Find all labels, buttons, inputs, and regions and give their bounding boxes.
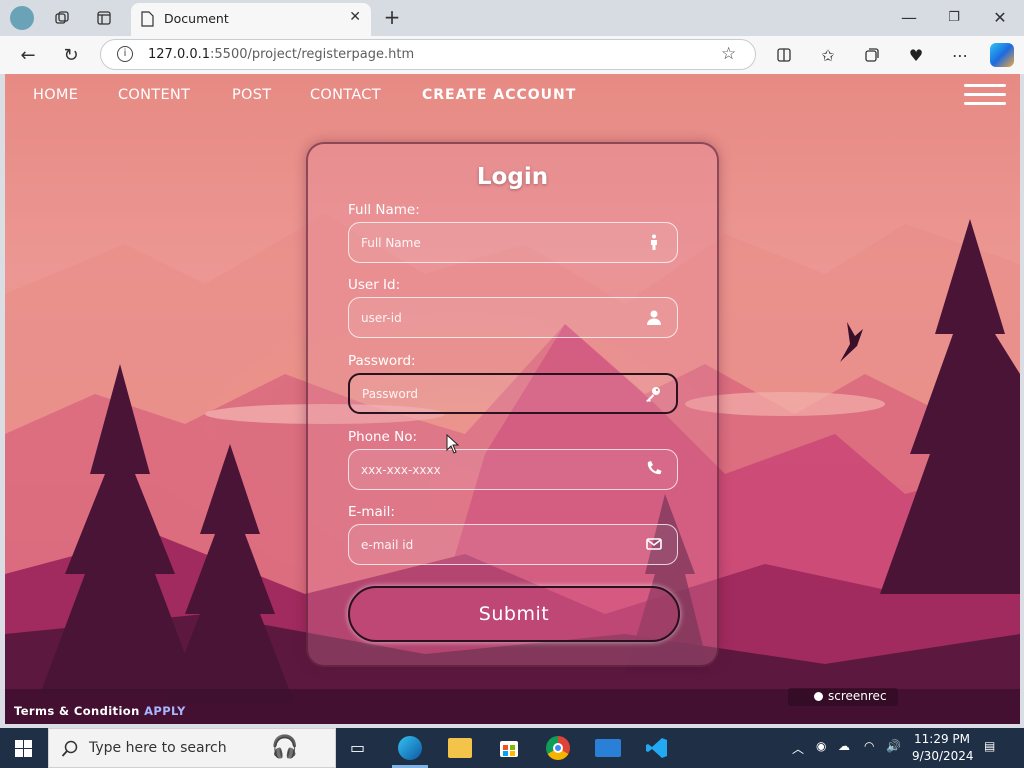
windows-start-icon[interactable]: [15, 740, 32, 757]
recorder-label: screenrec: [828, 689, 887, 703]
phone-icon: [647, 461, 662, 475]
url-bar[interactable]: i 127.0.0.1:5500/project/registerpage.ht…: [100, 39, 756, 70]
url-text[interactable]: 127.0.0.1:5500/project/registerpage.htm: [148, 47, 414, 62]
refresh-icon[interactable]: ↻: [57, 41, 85, 69]
password-label: Password:: [348, 353, 416, 369]
document-icon: [141, 11, 154, 27]
collections-icon[interactable]: [858, 41, 886, 69]
hamburger-menu-icon[interactable]: [964, 84, 1006, 106]
close-tab-icon[interactable]: ✕: [349, 9, 361, 25]
full-name-field: [348, 222, 678, 263]
minimize-icon[interactable]: —: [895, 3, 923, 31]
browser-essentials-icon[interactable]: ♥: [902, 41, 930, 69]
taskbar-search-box[interactable]: Type here to search 🎧: [48, 728, 336, 768]
nav-post[interactable]: POST: [232, 87, 271, 103]
browser-tab-bar: Document ✕ + — ❐ ✕: [0, 0, 1024, 36]
terms-label: Terms & Condition: [14, 704, 140, 718]
search-highlight-icon: 🎧: [271, 735, 299, 760]
person-standing-icon: [651, 234, 657, 250]
new-tab-icon[interactable]: +: [378, 3, 406, 31]
onedrive-icon[interactable]: ☁: [838, 739, 850, 753]
nav-home[interactable]: HOME: [33, 87, 78, 103]
clock-time[interactable]: 11:29 PM: [914, 732, 970, 746]
active-tab[interactable]: Document ✕: [131, 3, 371, 36]
close-window-icon[interactable]: ✕: [986, 3, 1014, 31]
more-options-icon[interactable]: ⋯: [946, 41, 974, 69]
nav-content[interactable]: CONTENT: [118, 87, 190, 103]
apply-link[interactable]: APPLY: [144, 704, 186, 718]
nav-contact[interactable]: CONTACT: [310, 87, 381, 103]
info-icon[interactable]: i: [117, 46, 133, 62]
restore-icon[interactable]: ❐: [940, 3, 968, 31]
email-input[interactable]: [359, 525, 639, 564]
edge-browser-icon[interactable]: [398, 736, 422, 760]
address-toolbar: ← ↻ i 127.0.0.1:5500/project/registerpag…: [0, 36, 1024, 74]
phone-input[interactable]: [359, 450, 639, 489]
phone-field: [348, 449, 678, 490]
notifications-icon[interactable]: ▤: [984, 739, 995, 753]
chrome-icon[interactable]: [546, 736, 570, 760]
full-name-input[interactable]: [359, 223, 639, 262]
email-field: [348, 524, 678, 565]
mail-icon[interactable]: [595, 739, 621, 757]
user-id-input[interactable]: [359, 298, 639, 337]
full-name-label: Full Name:: [348, 202, 420, 218]
search-placeholder: Type here to search: [89, 740, 227, 756]
copilot-icon[interactable]: [990, 43, 1014, 67]
form-title: Login: [476, 164, 549, 190]
workspaces-icon[interactable]: [48, 4, 76, 32]
nav-create-account[interactable]: CREATE ACCOUNT: [422, 87, 576, 103]
email-label: E-mail:: [348, 504, 395, 520]
terms-text: Terms & Condition APPLY: [14, 704, 186, 718]
windows-taskbar: Type here to search 🎧 ▭ ︿ ◉ ☁ ◠ 🔊 11:29 …: [0, 728, 1024, 768]
clock-date[interactable]: 9/30/2024: [912, 749, 974, 763]
password-input[interactable]: [360, 375, 640, 412]
file-explorer-icon[interactable]: [448, 738, 472, 758]
profile-avatar[interactable]: [10, 6, 34, 30]
camera-icon[interactable]: ◉: [816, 739, 826, 753]
tab-actions-icon[interactable]: [90, 4, 118, 32]
password-field: [348, 373, 678, 414]
vscode-icon[interactable]: [645, 736, 669, 760]
user-icon: [647, 310, 661, 325]
wifi-icon[interactable]: ◠: [864, 739, 874, 753]
record-dot-icon: [814, 692, 823, 701]
phone-label: Phone No:: [348, 429, 418, 445]
split-screen-icon[interactable]: [770, 41, 798, 69]
key-icon: [646, 387, 660, 402]
microsoft-store-icon[interactable]: [498, 736, 520, 758]
user-id-label: User Id:: [348, 277, 401, 293]
envelope-icon: [646, 538, 662, 550]
screenrec-watermark: screenrec: [788, 688, 898, 706]
favorites-icon[interactable]: ✩: [814, 41, 842, 69]
submit-button[interactable]: Submit: [348, 586, 680, 642]
show-hidden-icons[interactable]: ︿: [792, 740, 804, 757]
volume-icon[interactable]: 🔊: [886, 739, 901, 753]
mouse-cursor-icon: [446, 434, 460, 454]
search-icon: [61, 740, 78, 757]
favorite-star-icon[interactable]: ☆: [721, 44, 736, 64]
user-id-field: [348, 297, 678, 338]
login-card: Login Full Name: User Id: Password: Phon…: [306, 142, 719, 667]
back-icon[interactable]: ←: [14, 41, 42, 69]
task-view-icon[interactable]: ▭: [350, 738, 370, 758]
page-viewport: HOME CONTENT POST CONTACT CREATE ACCOUNT…: [5, 74, 1020, 724]
tab-title: Document: [164, 11, 229, 26]
